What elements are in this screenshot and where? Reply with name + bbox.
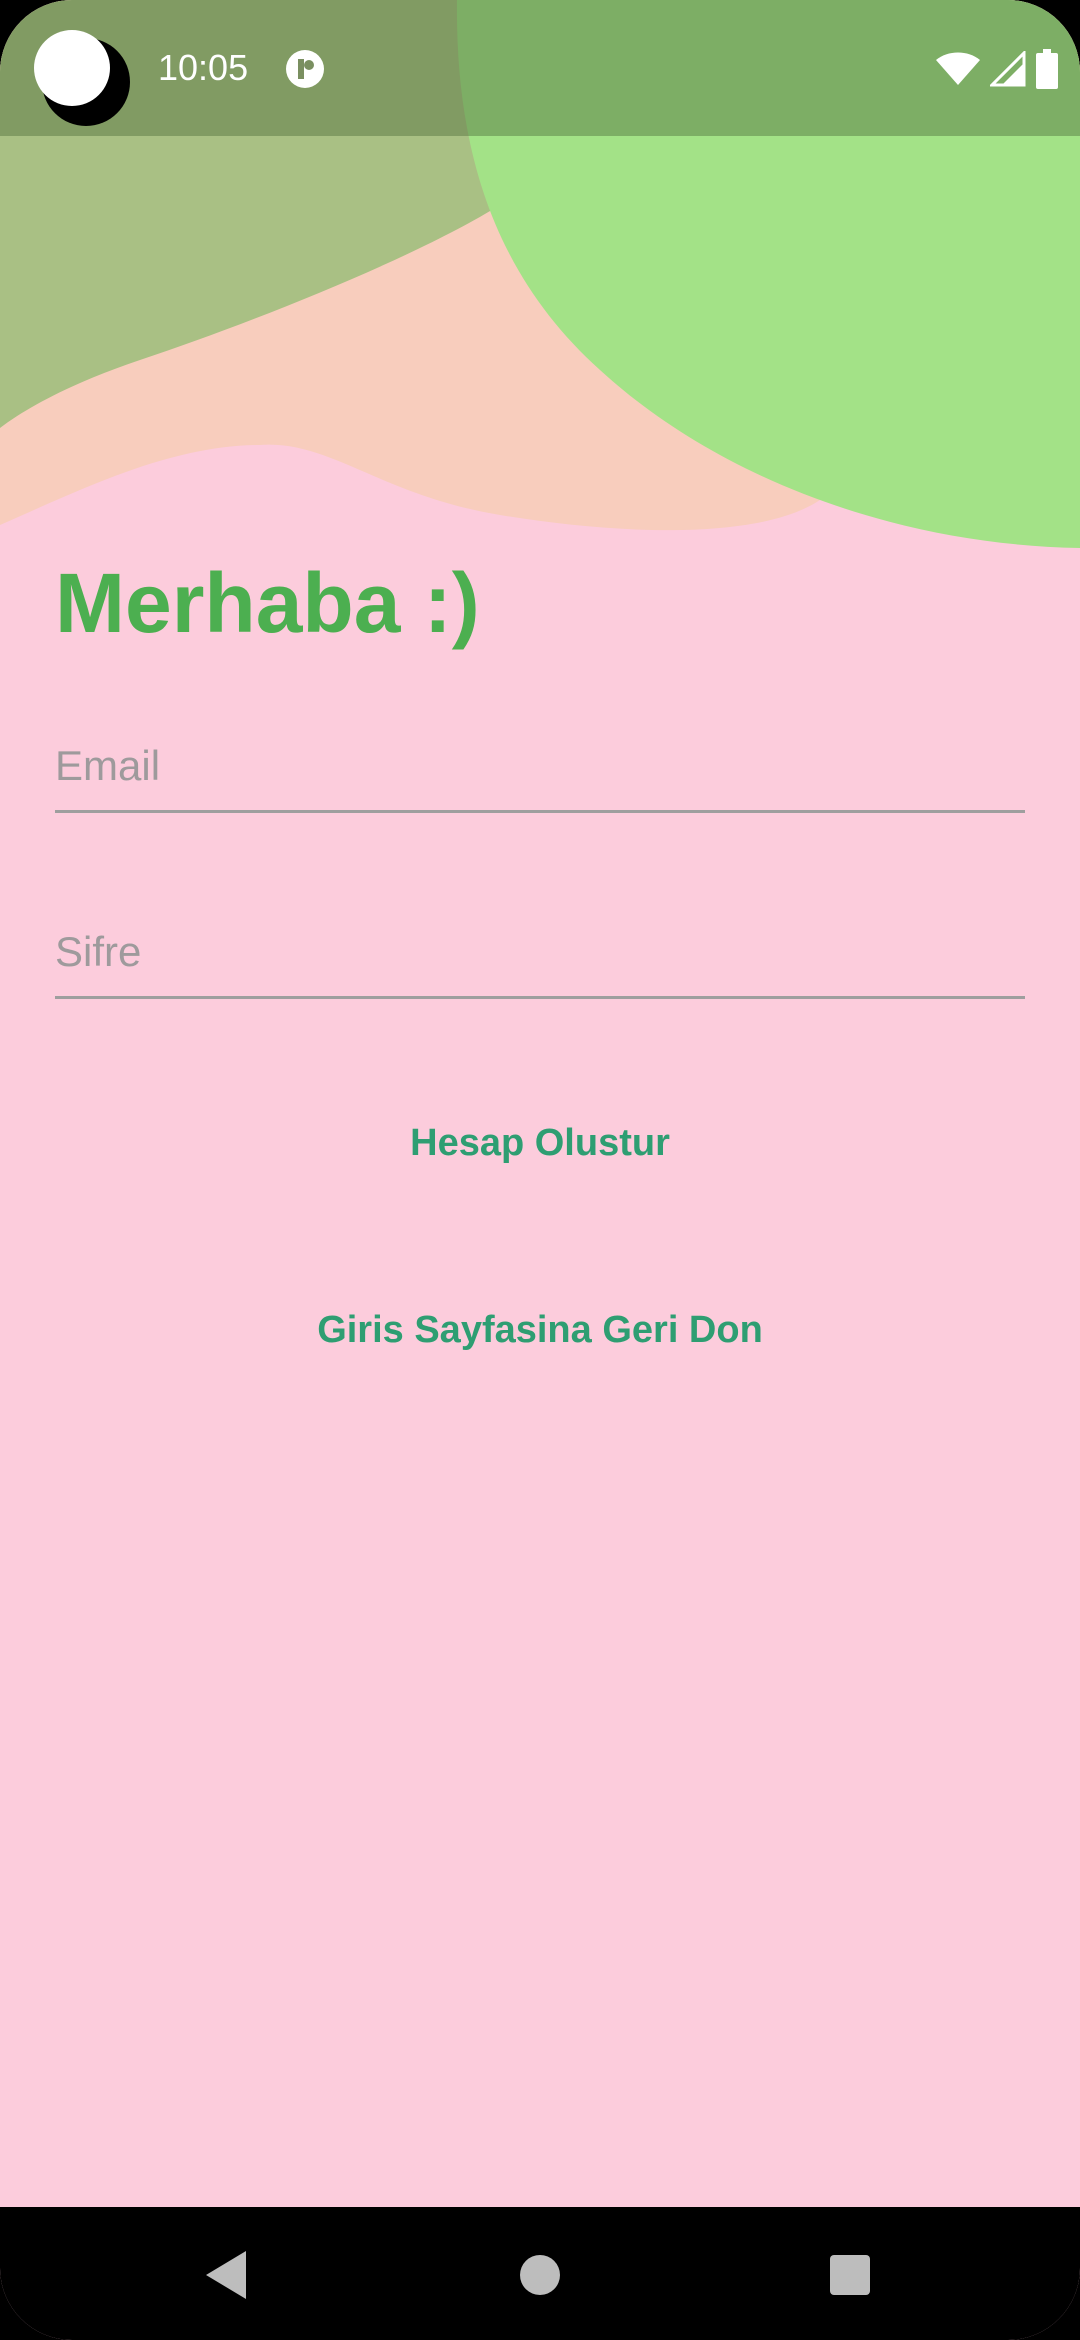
cellular-signal-icon <box>990 51 1026 87</box>
home-nav-button[interactable] <box>510 2245 570 2305</box>
status-time: 10:05 <box>158 47 249 88</box>
camera-cutout <box>34 30 130 126</box>
recents-nav-button[interactable] <box>820 2245 880 2305</box>
battery-icon <box>1036 49 1058 89</box>
notification-app-icon <box>286 50 324 88</box>
wifi-icon <box>936 52 980 85</box>
camera-cutout-lens <box>34 30 110 106</box>
status-icons <box>936 48 1058 90</box>
app-screen: 10:05 Merhaba :) Hesap Ol <box>0 0 1080 2340</box>
recents-icon <box>830 2255 870 2295</box>
back-to-login-button[interactable]: Giris Sayfasina Geri Don <box>0 1300 1080 1360</box>
password-input[interactable] <box>55 908 1025 999</box>
status-bar: 10:05 <box>0 0 1080 136</box>
back-nav-button[interactable] <box>196 2245 256 2305</box>
page-title: Merhaba :) <box>55 556 480 650</box>
email-input[interactable] <box>55 722 1025 813</box>
password-field-container <box>55 908 1025 999</box>
home-icon <box>520 2255 560 2295</box>
create-account-button[interactable]: Hesap Olustur <box>0 1113 1080 1173</box>
email-field-container <box>55 722 1025 813</box>
back-icon <box>206 2251 246 2299</box>
system-navigation-bar <box>0 2207 1080 2340</box>
